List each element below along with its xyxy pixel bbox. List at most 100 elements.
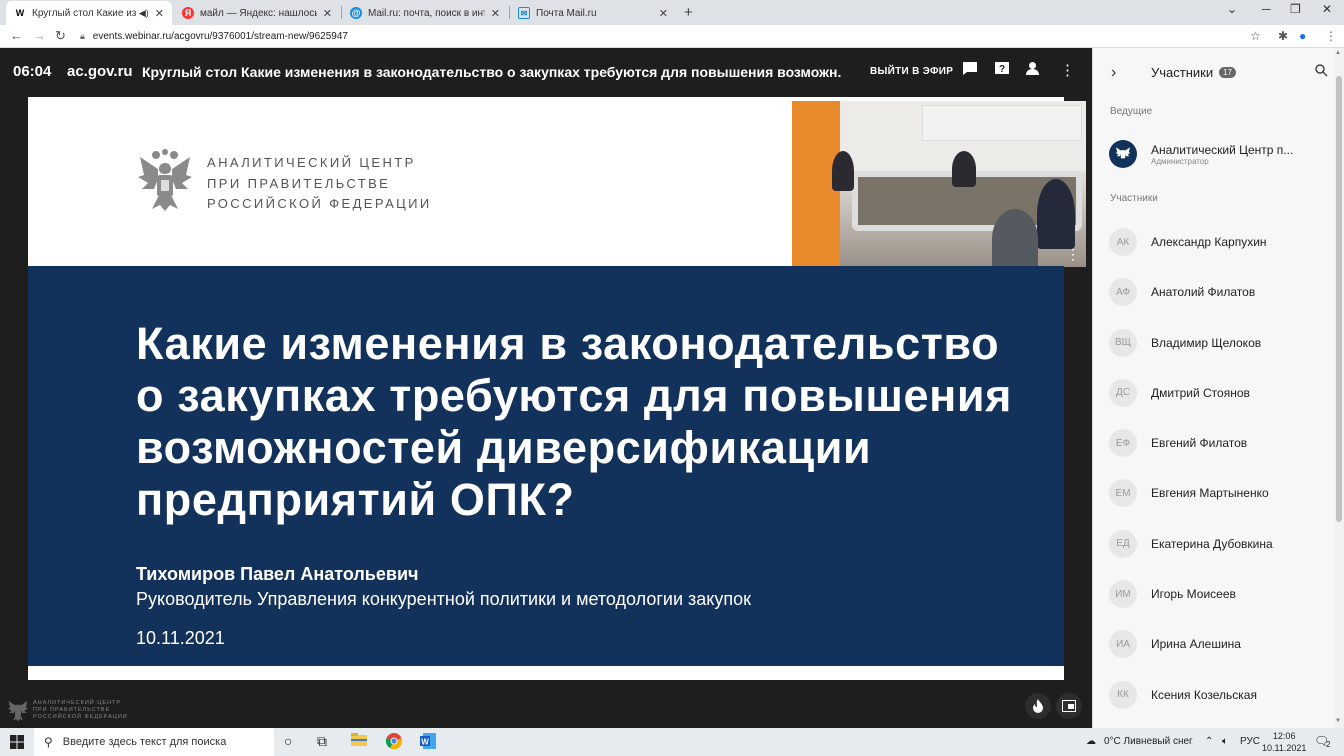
volume-icon[interactable]: 🔈︎	[1222, 736, 1228, 747]
close-tab-icon[interactable]: ✕	[491, 7, 500, 20]
search-icon[interactable]	[1315, 64, 1328, 80]
question-icon[interactable]: ?	[994, 61, 1010, 81]
participant-avatar: ЕФ	[1109, 429, 1137, 458]
speaker-video-feed[interactable]: ⋮	[792, 101, 1086, 267]
notification-count: 2	[1326, 740, 1331, 749]
participant-item[interactable]: ИА Ирина Алешина	[1109, 630, 1329, 680]
collapse-panel-icon[interactable]: ›	[1111, 64, 1116, 82]
slide-footer-strip	[28, 666, 1064, 680]
participants-section-label: Участники	[1110, 193, 1158, 204]
organizer-name: ac.gov.ru	[67, 63, 133, 80]
heading-line: предприятий ОПК?	[136, 474, 575, 525]
scroll-up-icon[interactable]: ▲	[1335, 50, 1341, 56]
reload-icon[interactable]: ↻	[55, 28, 66, 44]
url-text: events.webinar.ru/acgovru/9376001/stream…	[92, 31, 348, 42]
weather-icon[interactable]: ☁	[1086, 736, 1096, 747]
participant-item[interactable]: ДС Дмитрий Стоянов	[1109, 378, 1329, 429]
user-icon[interactable]	[1025, 61, 1040, 80]
more-menu-icon[interactable]: ⋮	[1060, 61, 1075, 79]
restore-icon[interactable]: ❐	[1290, 2, 1301, 16]
taskbar-clock[interactable]: 12:06 10.11.2021	[1262, 730, 1306, 754]
mailru-favicon-icon: @	[350, 7, 362, 19]
go-live-button[interactable]: ВЫЙТИ В ЭФИР	[870, 66, 953, 77]
participant-name: Евгений Филатов	[1151, 436, 1248, 451]
heading-line: Какие изменения в законодательство	[136, 318, 1000, 369]
browser-tab-2[interactable]: @ Mail.ru: почта, поиск в интернет ✕	[342, 1, 508, 25]
weather-text[interactable]: 0°C Ливневый снег	[1104, 736, 1193, 747]
host-avatar	[1109, 140, 1137, 168]
russian-emblem-icon	[138, 149, 192, 211]
tray-chevron-icon[interactable]: ⌃	[1205, 736, 1213, 747]
participant-avatar: ЕМ	[1109, 479, 1137, 508]
close-tab-icon[interactable]: ✕	[323, 7, 332, 20]
participant-item[interactable]: ЕФ Евгений Филатов	[1109, 429, 1329, 479]
participant-item[interactable]: АК Александр Карпухин	[1109, 228, 1329, 278]
yandex-favicon-icon: Я	[182, 7, 194, 19]
forward-icon[interactable]: →	[33, 28, 46, 43]
footer-logo-line: АНАЛИТИЧЕСКИЙ ЦЕНТР	[33, 699, 121, 706]
panel-scrollbar[interactable]: ▲ ▼	[1334, 48, 1344, 728]
close-window-icon[interactable]: ✕	[1322, 2, 1332, 16]
clock-time: 12:06	[1272, 731, 1296, 741]
participant-item[interactable]: ЕД Екатерина Дубовкина	[1109, 529, 1329, 580]
close-tab-icon[interactable]: ✕	[155, 7, 164, 20]
presentation-slide: АНАЛИТИЧЕСКИЙ ЦЕНТР ПРИ ПРАВИТЕЛЬСТВЕ РО…	[28, 97, 1086, 680]
taskbar-search-input[interactable]: ⚲ Введите здесь текст для поиска	[34, 728, 274, 756]
speaker-role: Руководитель Управления конкурентной пол…	[136, 589, 752, 609]
browser-tab-strip: W Круглый стол Какие измене ◀) ✕ Я майл …	[0, 0, 1344, 25]
slide-body: Какие изменения в законодательство о зак…	[28, 266, 1064, 666]
file-explorer-icon[interactable]	[351, 733, 367, 749]
tab-search-icon[interactable]: ⌄	[1227, 2, 1237, 16]
layout-toggle-icon[interactable]	[1056, 693, 1082, 719]
participant-avatar: ИМ	[1109, 580, 1137, 609]
extensions-icon[interactable]: ✱	[1278, 29, 1288, 43]
heading-line: возможностей диверсификации	[136, 422, 872, 473]
participant-item[interactable]: АФ Анатолий Филатов	[1109, 278, 1329, 328]
participant-item[interactable]: ВЩ Владимир Щелоков	[1109, 328, 1329, 379]
participant-name: Анатолий Филатов	[1151, 285, 1256, 300]
browser-tab-0[interactable]: W Круглый стол Какие измене ◀) ✕	[6, 1, 172, 25]
browser-menu-icon[interactable]: ⋮	[1325, 29, 1337, 43]
cortana-icon[interactable]: ○	[284, 733, 292, 749]
participant-list: АК Александр Карпухин АФ Анатолий Филатов …	[1109, 228, 1329, 731]
back-icon[interactable]: ←	[10, 28, 23, 43]
scroll-down-icon[interactable]: ▼	[1335, 718, 1341, 724]
participant-name: Евгения Мартыненко	[1151, 486, 1269, 501]
org-line: АНАЛИТИЧЕСКИЙ ЦЕНТР	[207, 155, 416, 170]
participant-item[interactable]: ИМ Игорь Моисеев	[1109, 580, 1329, 630]
footer-logo-line: РОССИЙСКОЙ ФЕДЕРАЦИИ	[33, 713, 128, 720]
video-more-icon[interactable]: ⋮	[1066, 246, 1080, 263]
browser-tab-1[interactable]: Я майл — Яндекс: нашлось 30 млн ✕	[174, 1, 340, 25]
participant-name: Александр Карпухин	[1151, 235, 1267, 249]
word-icon[interactable]: W	[420, 733, 436, 752]
windows-taskbar: ⚲ Введите здесь текст для поиска ○ ⧉ W ☁…	[0, 728, 1344, 756]
url-field[interactable]: 🔒︎ events.webinar.ru/acgovru/9376001/str…	[80, 28, 1260, 45]
close-tab-icon[interactable]: ✕	[659, 7, 668, 20]
hosts-section-label: Ведущие	[1110, 106, 1153, 117]
minimize-icon[interactable]: ─	[1262, 2, 1271, 16]
chrome-icon[interactable]	[385, 733, 403, 752]
participant-avatar: КК	[1109, 680, 1137, 709]
participant-name: Владимир Щелоков	[1151, 335, 1262, 350]
host-item[interactable]: Аналитический Центр п... Администратор	[1109, 139, 1339, 169]
video-person	[992, 209, 1038, 267]
video-person	[832, 151, 854, 191]
participant-avatar: АК	[1109, 228, 1137, 256]
participant-avatar: ВЩ	[1109, 328, 1137, 357]
windows-start-icon[interactable]	[10, 735, 24, 749]
task-view-icon[interactable]: ⧉	[317, 733, 327, 750]
participant-item[interactable]: КК Ксения Козельская	[1109, 680, 1329, 731]
participant-item[interactable]: ЕМ Евгения Мартыненко	[1109, 479, 1329, 529]
reactions-flame-icon[interactable]	[1025, 693, 1051, 719]
new-tab-button[interactable]: +	[684, 4, 693, 21]
browser-tab-3[interactable]: ✉ Почта Mail.ru ✕	[510, 1, 676, 25]
address-bar: ← → ↻ 🔒︎ events.webinar.ru/acgovru/93760…	[0, 25, 1344, 48]
bookmark-star-icon[interactable]: ☆	[1250, 29, 1261, 43]
speaker-icon: ◀)	[138, 7, 149, 18]
profile-icon[interactable]: ●	[1299, 29, 1306, 43]
svg-text:W: W	[421, 738, 429, 747]
input-language[interactable]: РУС	[1240, 736, 1260, 747]
scrollbar-thumb[interactable]	[1336, 76, 1342, 522]
clock-date: 10.11.2021	[1262, 743, 1307, 753]
chat-icon[interactable]	[962, 61, 978, 80]
